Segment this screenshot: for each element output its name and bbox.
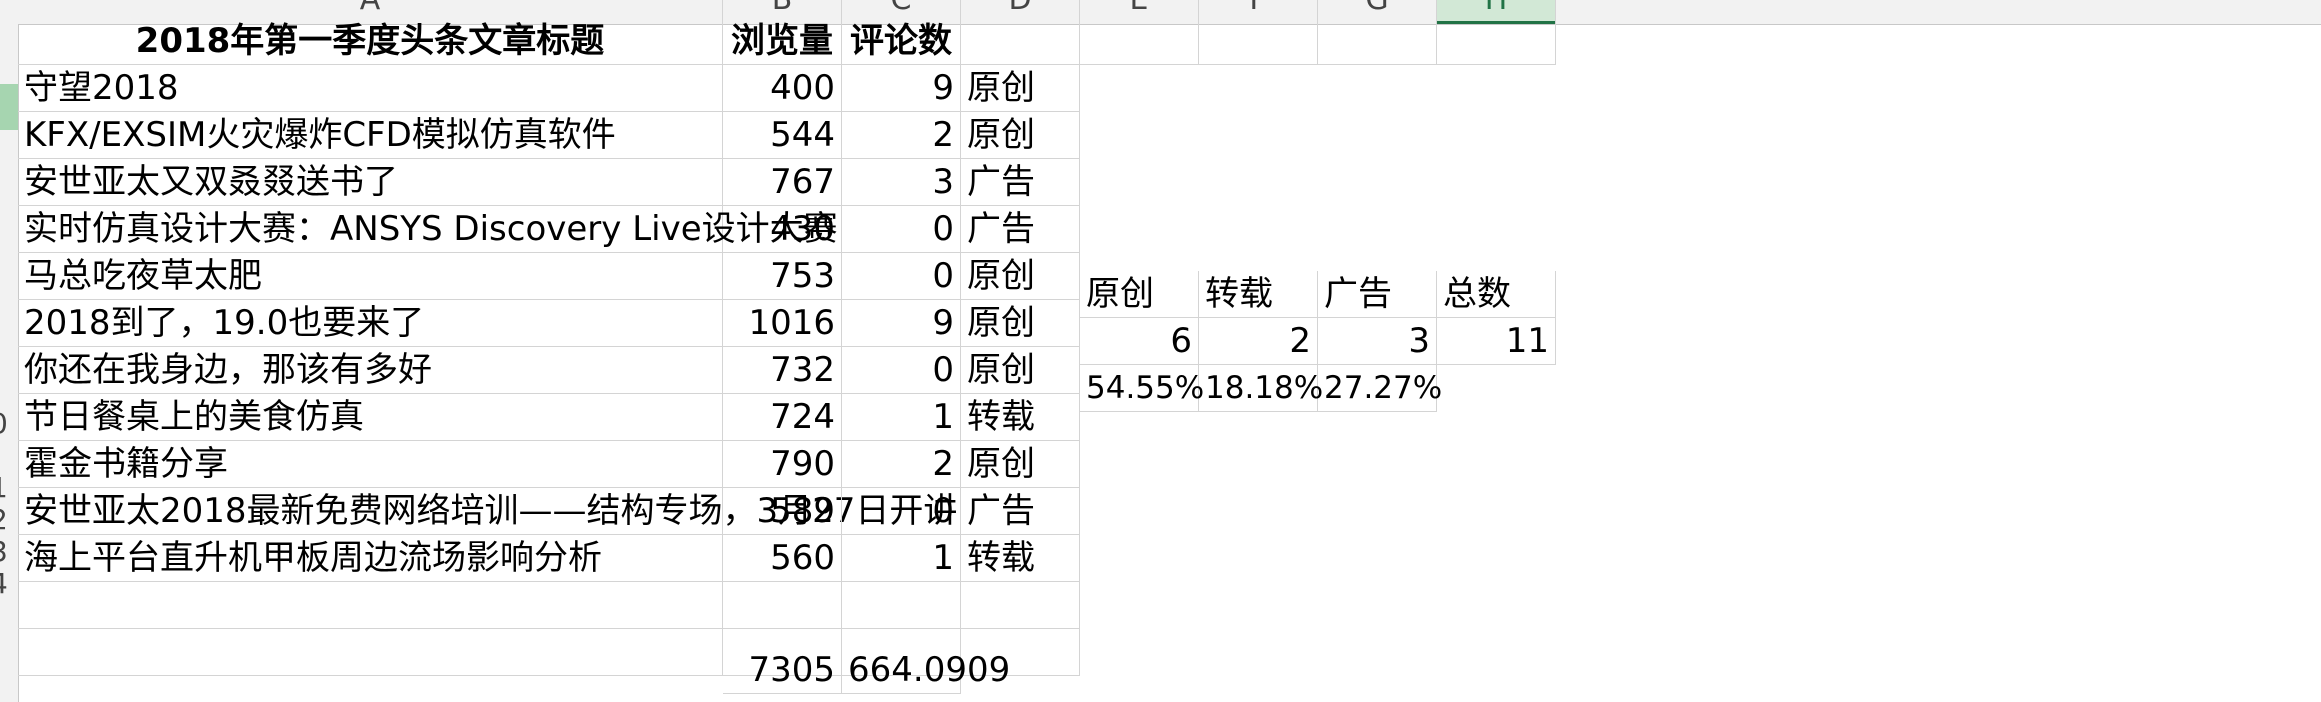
title-cell[interactable]: 你还在我身边，那该有多好 (18, 347, 723, 394)
summary-count-repost[interactable]: 2 (1199, 318, 1318, 365)
cell-c1-comments-header[interactable]: 评论数 (842, 18, 961, 65)
summary-label-original[interactable]: 原创 (1080, 271, 1199, 318)
views-cell[interactable]: 400 (723, 65, 842, 112)
summary-percent-ad[interactable]: 27.27% (1318, 365, 1442, 412)
row-number[interactable]: 4 (0, 561, 14, 607)
cell-b1-views-header[interactable]: 浏览量 (723, 18, 842, 65)
title-cell[interactable]: 安世亚太又双叒叕送书了 (18, 159, 723, 206)
empty-cell[interactable] (18, 582, 723, 629)
type-cell[interactable]: 原创 (961, 112, 1080, 159)
type-cell[interactable]: 原创 (961, 65, 1080, 112)
comments-cell[interactable]: 1 (842, 394, 961, 441)
empty-cell[interactable] (723, 582, 842, 629)
spreadsheet-grid: A B C D E F G H 0 1 2 3 4 2018年第一季度头条文章标… (0, 0, 2321, 702)
views-cell[interactable]: 724 (723, 394, 842, 441)
type-cell[interactable]: 原创 (961, 441, 1080, 488)
type-cell[interactable]: 广告 (961, 488, 1080, 535)
views-cell[interactable]: 1016 (723, 300, 842, 347)
type-cell[interactable]: 转载 (961, 394, 1080, 441)
type-cell[interactable]: 广告 (961, 206, 1080, 253)
comments-cell[interactable]: 2 (842, 112, 961, 159)
title-cell[interactable]: 实时仿真设计大赛：ANSYS Discovery Live设计大赛 (18, 206, 838, 253)
empty-cell[interactable] (842, 582, 961, 629)
views-cell[interactable]: 544 (723, 112, 842, 159)
selected-row-marker (0, 84, 18, 130)
summary-percent-repost[interactable]: 18.18% (1199, 365, 1323, 412)
type-cell[interactable]: 转载 (961, 535, 1080, 582)
cell-e1[interactable] (1080, 18, 1199, 65)
views-cell[interactable]: 732 (723, 347, 842, 394)
title-cell[interactable]: KFX/EXSIM火灾爆炸CFD模拟仿真软件 (18, 112, 723, 159)
views-cell[interactable]: 790 (723, 441, 842, 488)
title-cell[interactable]: 海上平台直升机甲板周边流场影响分析 (18, 535, 723, 582)
comments-cell[interactable]: 3 (842, 159, 961, 206)
type-cell[interactable]: 原创 (961, 300, 1080, 347)
views-cell[interactable]: 753 (723, 253, 842, 300)
summary-label-total[interactable]: 总数 (1437, 271, 1556, 318)
cell-g1[interactable] (1318, 18, 1437, 65)
row-number[interactable]: 0 (0, 401, 14, 447)
cell-a1-title-header[interactable]: 2018年第一季度头条文章标题 (18, 18, 723, 65)
title-cell[interactable]: 节日餐桌上的美食仿真 (18, 394, 723, 441)
comments-cell[interactable]: 0 (842, 206, 961, 253)
title-cell[interactable]: 安世亚太2018最新免费网络培训——结构专场，3月27日开讲 (18, 488, 957, 535)
views-cell[interactable]: 767 (723, 159, 842, 206)
total-views-cell[interactable]: 7305 (723, 647, 842, 694)
views-cell[interactable]: 560 (723, 535, 842, 582)
comments-cell[interactable]: 0 (842, 488, 961, 535)
title-cell[interactable]: 马总吃夜草太肥 (18, 253, 723, 300)
title-cell[interactable]: 2018到了，19.0也要来了 (18, 300, 723, 347)
summary-count-ad[interactable]: 3 (1318, 318, 1437, 365)
empty-cell[interactable] (961, 582, 1080, 629)
type-cell[interactable]: 原创 (961, 347, 1080, 394)
comments-cell[interactable]: 9 (842, 65, 961, 112)
cell-d1[interactable] (961, 18, 1080, 65)
cell-f1[interactable] (1199, 18, 1318, 65)
summary-count-original[interactable]: 6 (1080, 318, 1199, 365)
summary-percent-original[interactable]: 54.55% (1080, 365, 1204, 412)
comments-cell[interactable]: 2 (842, 441, 961, 488)
comments-cell[interactable]: 9 (842, 300, 961, 347)
comments-cell[interactable]: 0 (842, 253, 961, 300)
title-cell[interactable]: 霍金书籍分享 (18, 441, 723, 488)
total-comments-cell[interactable]: 664.0909 (842, 647, 1010, 694)
title-cell[interactable]: 守望2018 (18, 65, 723, 112)
empty-cell[interactable] (18, 629, 723, 676)
type-cell[interactable]: 原创 (961, 253, 1080, 300)
type-cell[interactable]: 广告 (961, 159, 1080, 206)
comments-cell[interactable]: 1 (842, 535, 961, 582)
summary-count-total[interactable]: 11 (1437, 318, 1556, 365)
summary-label-ad[interactable]: 广告 (1318, 271, 1437, 318)
comments-cell[interactable]: 0 (842, 347, 961, 394)
summary-label-repost[interactable]: 转载 (1199, 271, 1318, 318)
cell-h1[interactable] (1437, 18, 1556, 65)
views-cell[interactable]: 589 (723, 488, 842, 535)
views-cell[interactable]: 430 (723, 206, 842, 253)
